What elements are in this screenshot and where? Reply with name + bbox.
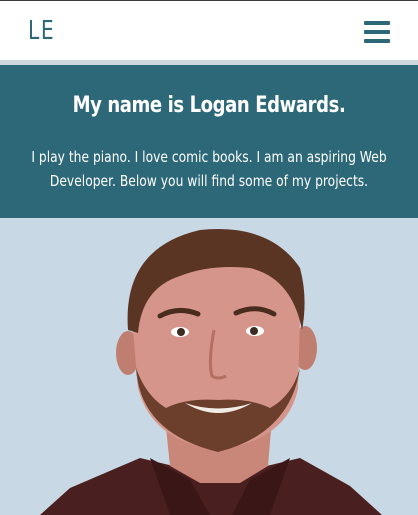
page: LE My name is Logan Edwards. I play the … bbox=[0, 0, 418, 515]
menu-bar-middle bbox=[364, 30, 390, 34]
profile-photo bbox=[0, 218, 418, 515]
hamburger-menu-icon[interactable] bbox=[364, 21, 390, 43]
intro-heading: My name is Logan Edwards. bbox=[72, 93, 346, 118]
intro-description: I play the piano. I love comic books. I … bbox=[31, 148, 387, 190]
menu-bar-bottom bbox=[364, 39, 390, 43]
navbar: LE bbox=[0, 0, 418, 60]
site-logo[interactable]: LE bbox=[28, 15, 55, 47]
intro-banner: My name is Logan Edwards. I play the pia… bbox=[0, 65, 418, 218]
menu-bar-top bbox=[364, 21, 390, 25]
profile-photo-section bbox=[0, 218, 418, 515]
